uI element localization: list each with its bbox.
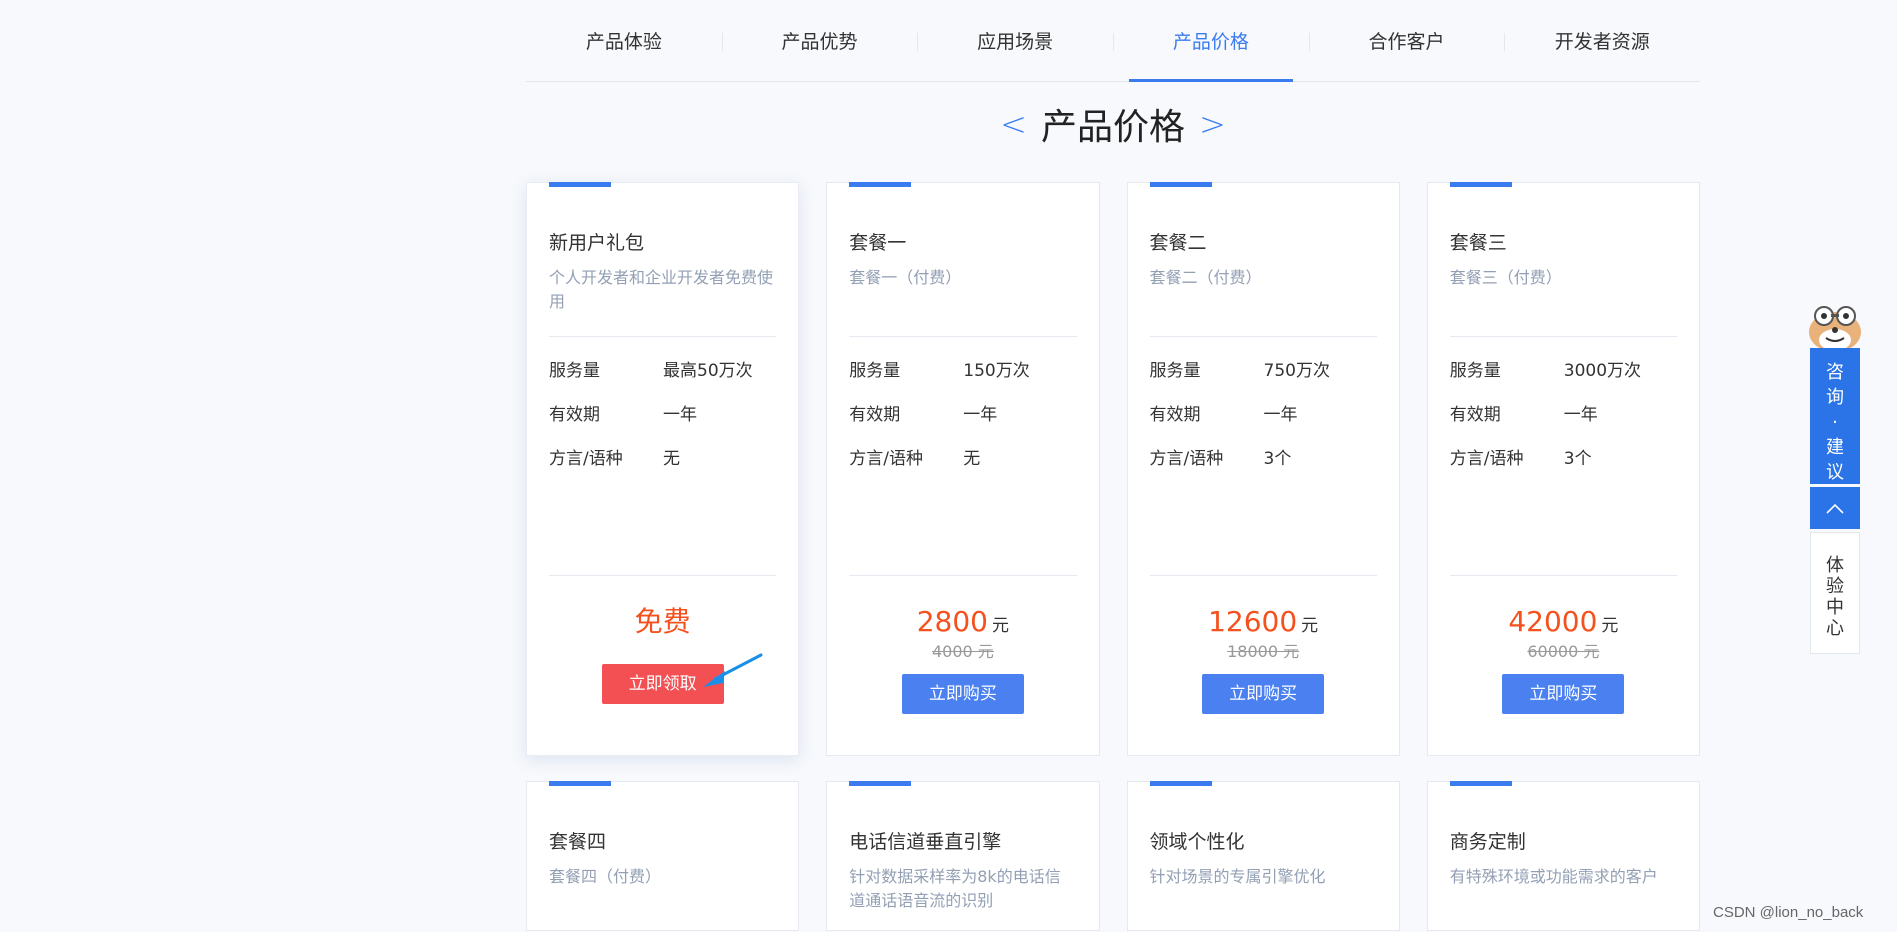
spec-row: 有效期 一年 [1149,405,1298,425]
chevron-right-icon: > [1199,105,1226,143]
spec-list: 服务量 3000万次 有效期 一年 方言/语种 3个 [1450,337,1677,575]
card-accent-bar [549,182,611,187]
spec-list: 服务量 150万次 有效期 一年 方言/语种无 [849,337,1076,575]
spec-row: 服务量 最高50万次 [549,361,753,381]
plan-card-new-user: 新用户礼包 个人开发者和企业开发者免费使用 服务量 最高50万次 有效期 一年 方言… [526,182,800,756]
plan-title: 电话信道垂直引擎 [849,831,1002,853]
watermark: CSDN @lion_no_back [1713,904,1864,921]
spec-row: 方言/语种无 [549,449,680,469]
spec-row: 方言/语种 3个 [1149,449,1292,469]
top-nav: 产品体验 产品优势 应用场景 产品价格 合作客户 开发者资源 [526,0,1700,82]
spec-list: 服务量 最高50万次 有效期 一年 方言/语种无 [549,337,776,575]
plan-desc: 个人开发者和企业开发者免费使用 [549,268,774,311]
price: 2800 元 [916,605,1009,638]
nav-tab-experience[interactable]: 产品体验 [526,0,722,81]
price-area: 2800 元 4000 元 立即购买 [849,576,1076,721]
plan-title: 领域个性化 [1149,831,1245,853]
nav-tab-dev-resources[interactable]: 开发者资源 [1504,0,1700,81]
plan-card-package-3: 套餐三 套餐三（付费） 服务量 3000万次 有效期 一年 方言/语种 3个 4200… [1426,182,1700,756]
plan-title: 套餐一 [849,232,907,254]
nav-tab-advantages[interactable]: 产品优势 [721,0,918,81]
plan-title: 套餐三 [1449,232,1507,254]
plan-desc: 套餐二（付费） [1149,268,1262,287]
nav-tab-customers[interactable]: 合作客户 [1308,0,1505,81]
plan-desc: 针对场景的专属引擎优化 [1149,867,1326,886]
plan-desc: 针对数据采样率为8k的电话信道通话语音流的识别 [849,867,1061,910]
card-accent-bar [849,182,912,187]
plan-card-domain-personalization: 领域个性化 针对场景的专属引擎优化 [1126,781,1400,931]
plan-card-package-1: 套餐一 套餐一（付费） 服务量 150万次 有效期 一年 方言/语种无 2800 元 … [826,182,1100,756]
plan-title: 商务定制 [1449,831,1526,853]
spec-row: 服务量 750万次 [1149,361,1330,381]
consult-suggest-button[interactable]: 咨 询 · 建 议 [1810,348,1860,484]
original-price: 60000 元 [1527,642,1600,661]
spec-row: 有效期 一年 [849,405,998,425]
buy-button[interactable]: 立即购买 [1202,674,1325,714]
plan-card-package-4: 套餐四 套餐四（付费） [526,781,800,931]
price-area: 免费 立即领取 [549,576,776,721]
price-area: 42000 元 60000 元 立即购买 [1450,576,1677,721]
plan-title: 套餐四 [549,831,607,853]
buy-button[interactable]: 立即购买 [1502,674,1625,714]
chevron-left-icon: < [1000,105,1027,143]
card-accent-bar [849,781,912,786]
plan-desc: 套餐三（付费） [1449,268,1562,287]
mascot-icon [1809,306,1861,352]
section-title-text: 产品价格 [1040,107,1185,148]
pointer-arrow-icon [703,653,763,687]
plan-title: 套餐二 [1149,232,1207,254]
spec-list: 服务量 750万次 有效期 一年 方言/语种 3个 [1150,337,1377,575]
free-label: 免费 [634,605,691,638]
spec-row: 有效期 一年 [1449,405,1598,425]
spec-row: 方言/语种无 [849,449,981,469]
price-area: 12600 元 18000 元 立即购买 [1150,576,1377,721]
price: 42000 元 [1508,605,1619,638]
plan-desc: 套餐一（付费） [849,268,962,287]
spec-row: 服务量 150万次 [849,361,1030,381]
buy-button[interactable]: 立即购买 [901,674,1024,714]
plan-card-telephony-engine: 电话信道垂直引擎 针对数据采样率为8k的电话信道通话语音流的识别 [826,781,1100,931]
price: 12600 元 [1208,605,1319,638]
card-accent-bar [549,781,611,786]
spec-row: 方言/语种 3个 [1449,449,1592,469]
pricing-row-main: 新用户礼包 个人开发者和企业开发者免费使用 服务量 最高50万次 有效期 一年 方言… [526,182,1700,756]
section-title: < 产品价格 > [526,98,1700,150]
back-to-top-button[interactable] [1810,487,1860,529]
nav-tab-pricing[interactable]: 产品价格 [1113,0,1309,82]
spec-row: 服务量 3000万次 [1449,361,1642,381]
plan-title: 新用户礼包 [549,232,645,254]
spec-row: 有效期 一年 [549,405,697,425]
nav-tab-scenarios[interactable]: 应用场景 [917,0,1113,81]
pricing-grid: 新用户礼包 个人开发者和企业开发者免费使用 服务量 最高50万次 有效期 一年 方言… [526,182,1700,932]
card-accent-bar [1449,781,1512,786]
experience-center-button[interactable]: 体 验 中 心 [1810,532,1860,654]
card-accent-bar [1149,182,1212,187]
plan-desc: 套餐四（付费） [549,867,662,886]
plan-card-package-2: 套餐二 套餐二（付费） 服务量 750万次 有效期 一年 方言/语种 3个 12600… [1126,182,1400,756]
chevron-up-icon [1826,503,1844,514]
plan-card-business-custom: 商务定制 有特殊环境或功能需求的客户 [1426,781,1700,931]
pricing-row-secondary: 套餐四 套餐四（付费） 电话信道垂直引擎 针对数据采样率为8k的电话信道通话语音… [526,781,1700,931]
plan-desc: 有特殊环境或功能需求的客户 [1449,867,1658,886]
card-accent-bar [1449,182,1512,187]
original-price: 18000 元 [1227,642,1300,661]
card-accent-bar [1149,781,1212,786]
original-price: 4000 元 [931,642,994,661]
